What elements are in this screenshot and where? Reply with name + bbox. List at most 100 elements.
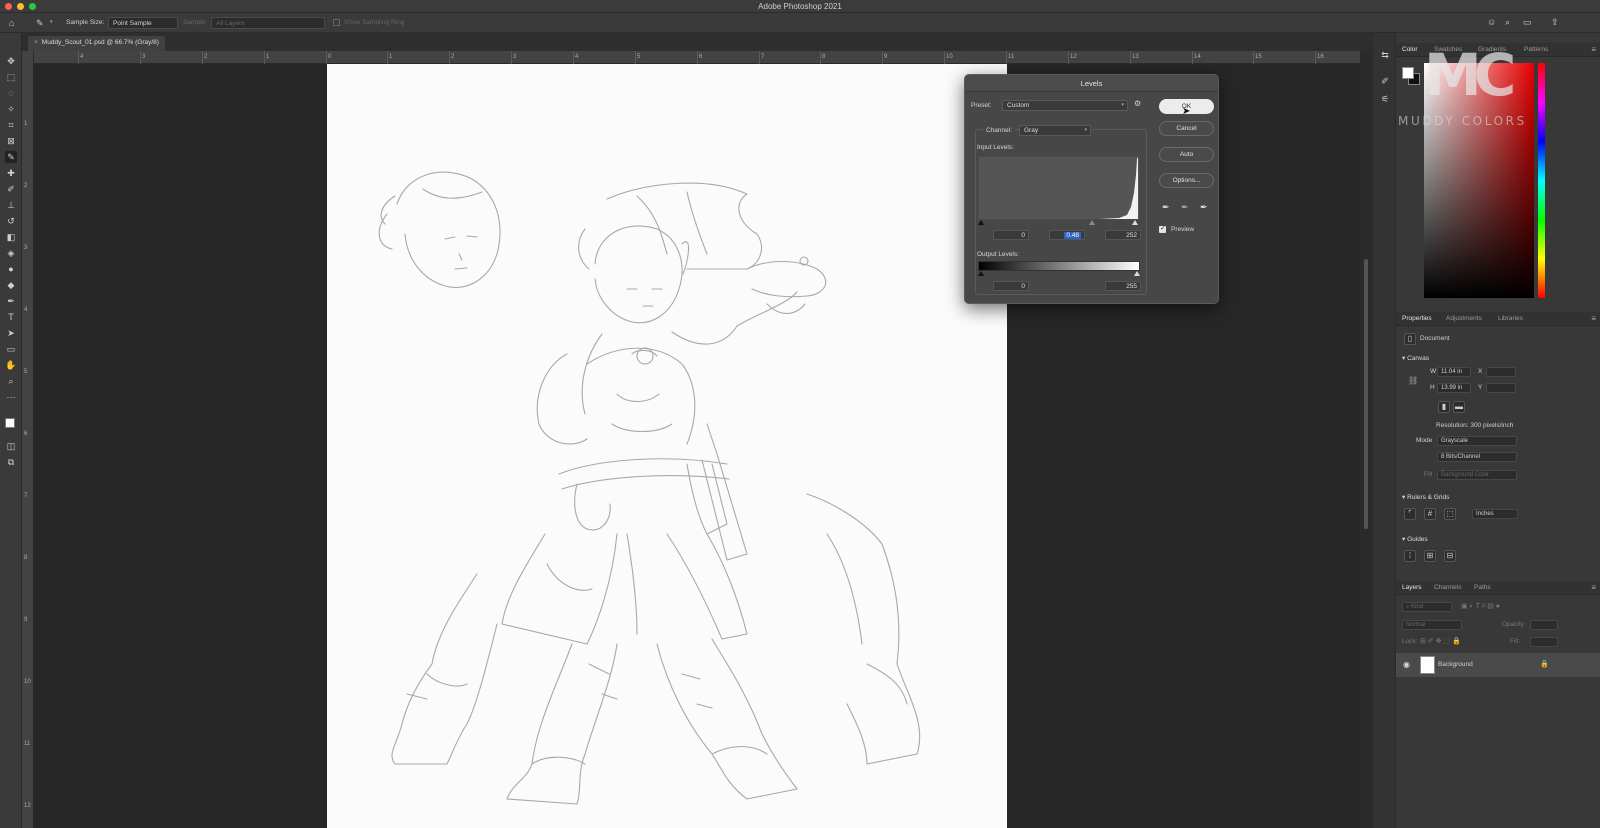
workspace-icon[interactable]: ▭ (1523, 18, 1532, 27)
marquee-tool-icon[interactable]: ⬚ (5, 71, 17, 83)
portrait-orientation-icon[interactable]: ▮ (1438, 401, 1450, 413)
bit-depth-select[interactable]: 8 Bits/Channel (1437, 452, 1517, 462)
input-gamma-slider[interactable] (1089, 220, 1095, 225)
brush-settings-icon[interactable]: ✐ (1379, 75, 1391, 87)
eyedropper-tool-icon[interactable]: ✎ (36, 18, 44, 29)
grid-toggle-icon[interactable]: # (1424, 508, 1436, 520)
tab-paths[interactable]: Paths (1474, 584, 1491, 591)
white-point-eyedropper-icon[interactable]: ✒ (1200, 202, 1208, 213)
frame-tool-icon[interactable]: ⊠ (5, 135, 17, 147)
x-field[interactable] (1486, 367, 1516, 377)
tool-preset-chevron-down-icon[interactable]: ▾ (50, 19, 53, 25)
adjustments-sliders-icon[interactable]: ⚟ (1379, 93, 1391, 105)
type-tool-icon[interactable]: T (5, 311, 17, 323)
blur-tool-icon[interactable]: ◆ (5, 279, 17, 291)
guide-layout-icon[interactable]: ⁞ (1404, 550, 1416, 562)
share-icon[interactable]: ⇪ (1551, 18, 1560, 27)
height-field[interactable]: 13.99 in (1437, 383, 1471, 393)
zoom-tool-icon[interactable]: ⌕ (5, 375, 17, 387)
show-sampling-ring-checkbox[interactable] (333, 19, 340, 26)
history-brush-tool-icon[interactable]: ↺ (5, 215, 17, 227)
mode-select[interactable]: Grayscale (1437, 436, 1517, 446)
black-point-eyedropper-icon[interactable]: ✒ (1162, 202, 1170, 213)
fill-opacity-field[interactable] (1530, 637, 1558, 647)
more-tools-icon[interactable]: ··· (5, 391, 17, 403)
preset-options-gear-icon[interactable]: ⚙ (1134, 99, 1141, 108)
clear-guides-icon[interactable]: ⊟ (1444, 550, 1456, 562)
sample-select[interactable]: All Layers (211, 17, 325, 29)
guides-section-header[interactable]: ▾ Guides (1402, 535, 1428, 543)
layer-row-background[interactable]: ◉ Background 🔒 (1396, 653, 1600, 677)
quick-mask-icon[interactable]: ◫ (5, 440, 17, 452)
input-gamma-field[interactable]: 0.48 (1049, 230, 1085, 240)
document-canvas[interactable] (327, 64, 1007, 828)
vertical-scrollbar[interactable] (1360, 51, 1372, 828)
fill-select[interactable]: Background Color (1437, 470, 1517, 480)
healing-brush-tool-icon[interactable]: ✚ (5, 167, 17, 179)
output-white-slider[interactable] (1134, 271, 1140, 276)
options-button[interactable]: Options... (1159, 173, 1214, 188)
search-icon[interactable]: ⌕ (1505, 18, 1514, 27)
tab-channels[interactable]: Channels (1434, 584, 1461, 591)
home-icon[interactable]: ⌂ (9, 18, 14, 28)
landscape-orientation-icon[interactable]: ▬ (1453, 401, 1465, 413)
hand-tool-icon[interactable]: ✋ (5, 359, 17, 371)
input-black-field[interactable]: 0 (993, 230, 1029, 240)
ruler-units-select[interactable]: Inches (1472, 509, 1518, 519)
screen-mode-icon[interactable]: ⧉ (5, 456, 17, 468)
cancel-button[interactable]: Cancel (1159, 121, 1214, 136)
layer-filter-input[interactable]: ⌕ Kind (1402, 602, 1452, 612)
clone-stamp-tool-icon[interactable]: ⊥ (5, 199, 17, 211)
tab-layers[interactable]: Layers (1402, 584, 1422, 591)
move-tool-icon[interactable]: ✥ (5, 55, 17, 67)
panel-menu-icon[interactable]: ≡ (1591, 314, 1596, 323)
eye-visibility-icon[interactable]: ◉ (1403, 660, 1410, 669)
tab-libraries[interactable]: Libraries (1498, 315, 1523, 322)
input-white-field[interactable]: 252 (1105, 230, 1141, 240)
preview-checkbox[interactable]: ✓ (1159, 225, 1166, 233)
history-panel-icon[interactable]: ⇆ (1379, 49, 1391, 61)
rectangle-tool-icon[interactable]: ▭ (5, 343, 17, 355)
input-black-point-slider[interactable] (978, 220, 984, 225)
lock-icons[interactable]: ⊞ ✐ ✥ ⬚ 🔒 (1420, 637, 1461, 645)
user-icon[interactable]: ☺ (1487, 18, 1496, 27)
eraser-tool-icon[interactable]: ◧ (5, 231, 17, 243)
paint-bucket-tool-icon[interactable]: ◈ (5, 247, 17, 259)
dodge-tool-icon[interactable]: ● (5, 263, 17, 275)
quick-selection-tool-icon[interactable]: ✧ (5, 103, 17, 115)
gray-point-eyedropper-icon[interactable]: ✒ (1181, 202, 1189, 213)
scrollbar-thumb[interactable] (1364, 259, 1368, 529)
document-tab[interactable]: × Muddy_Scout_01.psd @ 66.7% (Gray/8) (28, 36, 165, 51)
foreground-color-swatch[interactable] (5, 418, 15, 428)
y-field[interactable] (1486, 383, 1516, 393)
opacity-field[interactable] (1530, 620, 1558, 630)
vertical-ruler[interactable]: 1 2 3 4 5 6 7 8 9 10 11 12 (22, 51, 34, 828)
output-black-slider[interactable] (978, 271, 984, 276)
rulers-grids-section-header[interactable]: ▾ Rulers & Grids (1402, 493, 1449, 501)
output-black-field[interactable]: 0 (993, 281, 1029, 291)
brush-tool-icon[interactable]: ✐ (5, 183, 17, 195)
input-white-point-slider[interactable] (1132, 220, 1138, 225)
panel-menu-icon[interactable]: ≡ (1591, 45, 1596, 54)
panel-menu-icon[interactable]: ≡ (1591, 583, 1596, 592)
sample-size-select[interactable]: Point Sample (108, 17, 178, 29)
output-white-field[interactable]: 255 (1105, 281, 1141, 291)
link-dimensions-icon[interactable]: ⛓ (1408, 376, 1418, 385)
close-tab-icon[interactable]: × (34, 39, 38, 46)
tab-adjustments[interactable]: Adjustments (1446, 315, 1482, 322)
lasso-tool-icon[interactable]: ◌ (5, 87, 17, 99)
crop-tool-icon[interactable]: ⌗ (5, 119, 17, 131)
pen-tool-icon[interactable]: ✒ (5, 295, 17, 307)
ruler-toggle-icon[interactable]: ⌜ (1404, 508, 1416, 520)
channel-select[interactable]: Gray ▾ (1019, 125, 1091, 136)
foreground-color-chip[interactable] (1402, 67, 1414, 79)
blend-mode-select[interactable]: Normal (1402, 620, 1462, 630)
eyedropper-tool-icon[interactable]: ✎ (5, 151, 17, 163)
canvas-section-header[interactable]: ▾ Canvas (1402, 354, 1429, 362)
layer-filter-icons[interactable]: ▣ ◐ T ⌑ ▤ ● (1461, 602, 1500, 610)
path-selection-tool-icon[interactable]: ➤ (5, 327, 17, 339)
pixel-grid-toggle-icon[interactable]: ⬚ (1444, 508, 1456, 520)
width-field[interactable]: 11.04 in (1437, 367, 1471, 377)
tab-color[interactable]: Color (1402, 46, 1418, 53)
auto-button[interactable]: Auto (1159, 147, 1214, 162)
